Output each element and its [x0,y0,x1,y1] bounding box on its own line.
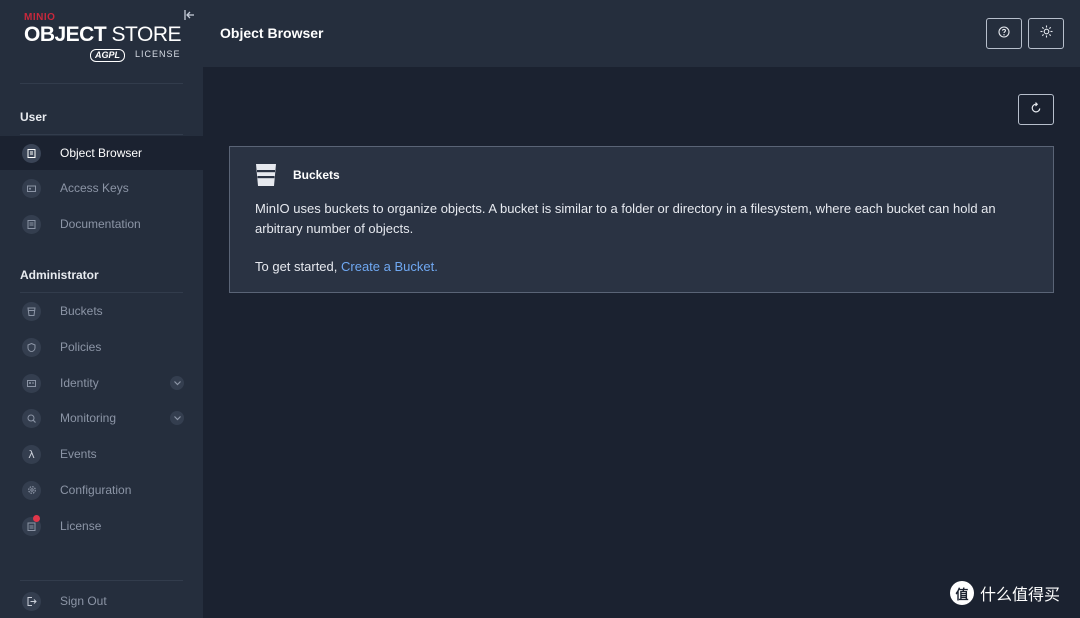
notification-dot [33,515,40,522]
identity-icon [22,373,41,393]
buckets-info-card: Buckets MinIO uses buckets to organize o… [229,146,1054,293]
section-title-user: User [20,110,47,124]
page-title: Object Browser [220,25,324,41]
sign-out-icon [22,591,41,611]
sun-icon [1040,25,1053,43]
bucket-icon [22,301,41,321]
brand-product-name: OBJECT STORE [24,23,182,47]
sidebar-item-buckets[interactable]: Buckets [0,294,203,328]
chevron-down-icon[interactable] [170,376,184,390]
policy-icon [22,337,41,357]
sidebar-item-configuration[interactable]: Configuration [0,473,203,507]
sidebar-item-documentation[interactable]: Documentation [0,207,203,241]
card-description: MinIO uses buckets to organize objects. … [255,201,996,236]
sidebar-item-label: Documentation [60,217,141,231]
chevron-down-icon[interactable] [170,411,184,425]
sidebar: MINIO OBJECT STORE AGPL LICENSE User Obj… [0,0,203,618]
help-button[interactable] [986,18,1022,49]
brand-logo: MINIO OBJECT STORE AGPL LICENSE [24,12,184,62]
sidebar-item-label: Events [60,447,97,461]
sidebar-item-sign-out[interactable]: Sign Out [0,584,203,618]
sidebar-item-label: Monitoring [60,411,117,425]
theme-toggle-button[interactable] [1028,18,1064,49]
section-title-administrator: Administrator [20,268,99,282]
brand-store: STORE [111,23,182,46]
sidebar-item-monitoring[interactable]: Monitoring [0,401,203,435]
sidebar-item-policies[interactable]: Policies [0,330,203,364]
gear-icon [22,480,41,500]
sidebar-item-label: Policies [60,340,102,354]
collapse-sidebar-icon[interactable] [182,8,196,22]
sidebar-item-license[interactable]: License [0,509,203,543]
sidebar-item-label: Configuration [60,483,132,497]
sidebar-item-label: Access Keys [60,181,129,195]
sidebar-item-label: Object Browser [60,146,143,160]
monitoring-icon [22,408,41,428]
watermark-badge: 值 [950,581,974,605]
top-header: Object Browser [203,0,1080,67]
access-keys-icon [22,178,41,198]
sidebar-item-events[interactable]: λ Events [0,437,203,471]
brand-object: OBJECT [24,23,107,46]
sidebar-item-label: License [60,519,102,533]
help-icon [998,25,1010,43]
sidebar-item-label: Sign Out [60,594,107,608]
cta-prefix: To get started, [255,259,341,274]
sidebar-item-identity[interactable]: Identity [0,366,203,400]
bucket-icon [255,163,277,192]
divider [20,134,183,135]
brand-agpl-badge: AGPL [90,49,126,62]
watermark-text: 什么值得买 [980,585,1061,604]
refresh-button[interactable] [1018,94,1054,125]
brand-minio: MINIO [24,12,56,23]
object-browser-icon [22,143,41,163]
sidebar-item-access-keys[interactable]: Access Keys [0,171,203,205]
card-title: Buckets [293,168,340,182]
brand-license: LICENSE [135,49,181,59]
divider [20,83,183,84]
documentation-icon [22,214,41,234]
sidebar-item-object-browser[interactable]: Object Browser [0,136,203,170]
watermark: 值 什么值得买 [950,581,1060,605]
sidebar-item-label: Buckets [60,304,103,318]
sidebar-item-label: Identity [60,376,99,390]
divider [20,580,183,581]
refresh-icon [1030,101,1042,119]
card-call-to-action: To get started, Create a Bucket. [255,259,438,274]
lambda-icon: λ [22,444,41,464]
create-bucket-link[interactable]: Create a Bucket. [341,259,438,274]
divider [20,292,183,293]
